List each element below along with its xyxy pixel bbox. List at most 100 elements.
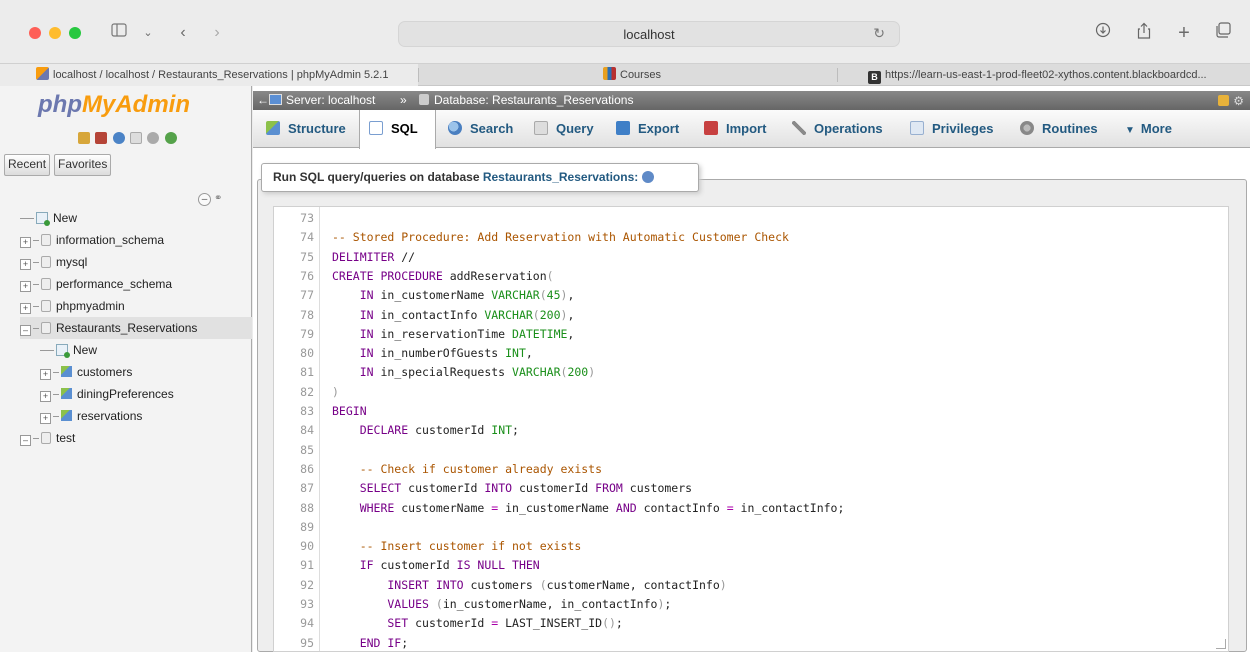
browser-tab-blackboard[interactable]: Bhttps://learn-us-east-1-prod-fleet02-xy…: [838, 64, 1250, 86]
expand-icon[interactable]: +: [40, 391, 51, 402]
tree-item-label: reservations: [77, 409, 143, 423]
help-icon[interactable]: [112, 131, 125, 144]
tab-search[interactable]: Search: [439, 110, 513, 148]
tree-database-item[interactable]: – Restaurants_Reservations: [20, 317, 252, 339]
resize-handle[interactable]: [1216, 639, 1226, 649]
tab-privileges[interactable]: Privileges: [901, 110, 993, 148]
download-icon[interactable]: [1094, 22, 1112, 44]
chevron-down-icon[interactable]: ⌄: [142, 22, 154, 44]
tree-database-item[interactable]: + phpmyadmin: [20, 295, 252, 317]
reload-icon[interactable]: ↻: [873, 25, 885, 42]
expand-icon[interactable]: +: [20, 259, 31, 270]
zoom-window-button[interactable]: [69, 27, 81, 39]
tab-more[interactable]: ▼ More: [1116, 110, 1172, 148]
line-number: 89: [300, 519, 314, 534]
recent-button[interactable]: Recent: [4, 154, 51, 176]
database-icon: [41, 278, 51, 290]
code-line: -- Stored Procedure: Add Reservation wit…: [332, 230, 789, 245]
line-number: 78: [300, 307, 314, 322]
table-icon: [61, 410, 72, 421]
sql-icon: [369, 121, 383, 135]
tree-new-item[interactable]: New: [20, 339, 252, 361]
tab-routines[interactable]: Routines: [1011, 110, 1098, 148]
reload-nav-icon[interactable]: [164, 131, 177, 144]
code-line: IN in_contactInfo VARCHAR(200),: [332, 307, 575, 322]
phpmyadmin-logo[interactable]: phpMyAdmin: [38, 91, 190, 119]
tree-item-label: New: [73, 343, 98, 357]
home-icon[interactable]: [78, 131, 90, 144]
favorites-button[interactable]: Favorites: [54, 154, 112, 176]
server-crumb[interactable]: Server: localhost: [269, 91, 375, 110]
page-settings-icon[interactable]: ⚙: [1218, 92, 1244, 111]
tree-database-item[interactable]: + performance_schema: [20, 273, 252, 295]
navigation-panel: phpMyAdmin Recent Favorites – ⚭ New + info…: [0, 86, 252, 652]
line-number: 84: [300, 423, 314, 438]
phpmyadmin-favicon: [36, 67, 49, 80]
code-line: -- Insert customer if not exists: [332, 539, 582, 554]
collapse-icon[interactable]: –: [20, 325, 31, 336]
code-line: SELECT customerId INTO customerId FROM c…: [332, 481, 693, 496]
tree-table-item[interactable]: + diningPreferences: [20, 383, 252, 405]
share-icon[interactable]: [1135, 22, 1153, 44]
expand-icon[interactable]: +: [40, 369, 51, 380]
expand-icon[interactable]: +: [20, 237, 31, 248]
collapse-nav-icon[interactable]: ←: [257, 91, 269, 110]
tree-connector: [33, 240, 39, 241]
sidebar-toggle-icon[interactable]: [110, 22, 128, 44]
tab-query[interactable]: Query: [525, 110, 594, 148]
line-number: 74: [300, 230, 314, 245]
tab-operations[interactable]: Operations: [783, 110, 883, 148]
link-icon[interactable]: ⚭: [214, 193, 222, 204]
lock-icon[interactable]: [1218, 95, 1230, 106]
code-line: DECLARE customerId INT;: [332, 423, 519, 438]
line-number: 85: [300, 442, 314, 457]
database-link[interactable]: Restaurants_Reservations:: [483, 170, 638, 184]
tab-export[interactable]: Export: [607, 110, 679, 148]
tab-import[interactable]: Import: [695, 110, 766, 148]
browser-tab-courses[interactable]: Courses: [419, 64, 837, 86]
tab-structure[interactable]: Structure: [257, 110, 346, 148]
url-text: localhost: [623, 27, 675, 42]
tree-table-item[interactable]: + customers: [20, 361, 252, 383]
database-icon: [419, 94, 429, 105]
tree-database-item[interactable]: + mysql: [20, 251, 252, 273]
expand-icon[interactable]: +: [20, 303, 31, 314]
database-icon: [41, 432, 51, 444]
logout-icon[interactable]: [95, 131, 108, 144]
search-icon: [448, 121, 462, 135]
database-crumb[interactable]: Database: Restaurants_Reservations: [419, 91, 633, 110]
help-icon[interactable]: [642, 171, 655, 183]
minimize-window-button[interactable]: [49, 27, 61, 39]
sql-query-legend: Run SQL query/queries on database Restau…: [261, 163, 699, 192]
close-window-button[interactable]: [29, 27, 41, 39]
code-line: IN in_specialRequests VARCHAR(200): [332, 365, 596, 380]
expand-icon[interactable]: +: [40, 413, 51, 424]
tree-connector: [33, 438, 39, 439]
tree-new-item[interactable]: New: [20, 207, 252, 229]
tree-database-item[interactable]: – test: [20, 427, 252, 449]
tab-title: Courses: [620, 69, 661, 81]
settings-icon[interactable]: [147, 131, 160, 144]
server-icon: [269, 94, 282, 105]
new-tab-icon[interactable]: +: [1176, 22, 1192, 44]
expand-icon[interactable]: +: [20, 281, 31, 292]
line-number: 87: [300, 481, 314, 496]
line-number: 94: [300, 616, 314, 631]
address-bar[interactable]: localhost ↻: [398, 21, 900, 47]
browser-tab-phpmyadmin[interactable]: localhost / localhost / Restaurants_Rese…: [0, 64, 418, 86]
tree-database-item[interactable]: + information_schema: [20, 229, 252, 251]
tree-table-item[interactable]: + reservations: [20, 405, 252, 427]
back-button[interactable]: ‹: [176, 22, 190, 44]
collapse-all-icon[interactable]: –: [198, 193, 211, 206]
breadcrumb: ← Server: localhost » Database: Restaura…: [253, 91, 1250, 110]
code-line: ): [332, 384, 339, 399]
docs-icon[interactable]: [130, 131, 143, 144]
tab-sql[interactable]: SQL: [359, 110, 436, 149]
collapse-icon[interactable]: –: [20, 435, 31, 446]
tab-overview-icon[interactable]: [1214, 22, 1232, 44]
code-line: VALUES (in_customerName, in_contactInfo)…: [332, 597, 672, 611]
forward-button[interactable]: ›: [210, 22, 224, 44]
tree-connector: [40, 350, 54, 351]
sql-editor[interactable]: 73 74 75 76 77 78 79 80 81 82 83 84 85 86 87 88 89 90 91 92…: [273, 206, 1229, 652]
tree-item-label: mysql: [56, 255, 88, 269]
